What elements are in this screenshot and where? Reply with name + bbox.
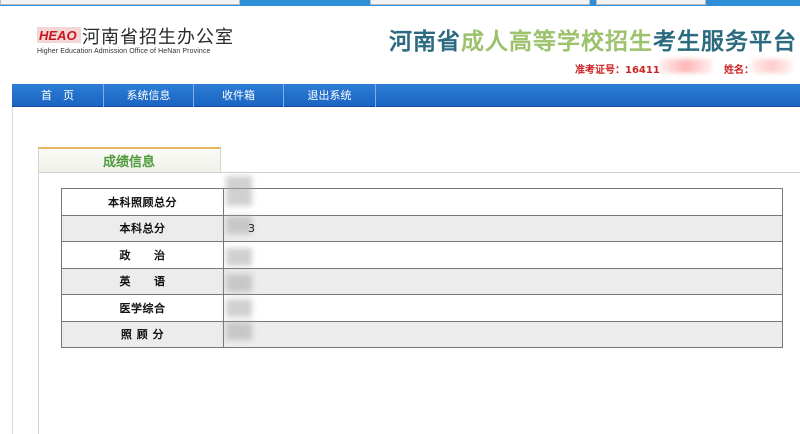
row-value [223, 320, 783, 348]
nav-inbox[interactable]: 收件箱 [194, 84, 284, 107]
browser-tab[interactable] [0, 0, 240, 5]
site-header: HEAO 河南省招生办公室 Higher Education Admission… [0, 6, 800, 78]
score-fragment: 3 [248, 222, 255, 235]
examinee-id: 准考证号：16411 [575, 65, 660, 76]
nav-system-info[interactable]: 系统信息 [104, 84, 194, 107]
platform-title-part1: 河南省 [389, 29, 461, 55]
grades-table: 本科照顾总分 本科总分 政 治 英 语 医学综合 照 顾 分 [61, 188, 783, 348]
row-label: 医学综合 [61, 294, 224, 322]
redacted-score [226, 322, 252, 340]
nav-logout[interactable]: 退出系统 [284, 84, 376, 107]
redacted-score [226, 274, 252, 292]
platform-title-part2: 成人高等学校招生 [461, 29, 653, 55]
main-nav: 首 页 系统信息 收件箱 退出系统 [12, 84, 800, 107]
platform-title: 河南省成人高等学校招生考生服务平台 [389, 22, 797, 56]
examinee-name: 姓名： [724, 65, 754, 76]
table-row: 照 顾 分 [61, 320, 783, 348]
redacted-score [226, 176, 252, 206]
row-label: 本科照顾总分 [61, 188, 224, 216]
browser-tab[interactable] [596, 0, 706, 5]
office-name-en: Higher Education Admission Office of HeN… [37, 48, 211, 55]
table-row: 本科总分 [61, 214, 783, 242]
table-row: 政 治 [61, 241, 783, 269]
row-label: 照 顾 分 [61, 320, 224, 348]
panel-title: 成绩信息 [103, 155, 156, 170]
row-value [223, 241, 783, 269]
heao-logo-icon: HEAO [37, 24, 81, 46]
table-row: 医学综合 [61, 294, 783, 322]
row-label: 政 治 [61, 241, 224, 269]
divider [12, 107, 13, 434]
logo-text: HEAO [39, 28, 77, 43]
row-value [223, 188, 783, 216]
redacted-id [660, 59, 712, 73]
row-label: 英 语 [61, 267, 224, 295]
table-row: 英 语 [61, 267, 783, 295]
row-value [223, 267, 783, 295]
browser-tab[interactable] [370, 0, 590, 5]
table-row: 本科照顾总分 [61, 188, 783, 216]
nav-home[interactable]: 首 页 [12, 84, 104, 107]
redacted-score [226, 248, 252, 266]
row-value [223, 214, 783, 242]
redacted-name [752, 59, 792, 73]
panel-tab: 成绩信息 [38, 147, 221, 172]
row-value [223, 294, 783, 322]
row-label: 本科总分 [61, 214, 224, 242]
platform-title-part3: 考生服务平台 [653, 29, 797, 55]
office-name: 河南省招生办公室 [82, 27, 234, 48]
redacted-score [226, 299, 252, 317]
